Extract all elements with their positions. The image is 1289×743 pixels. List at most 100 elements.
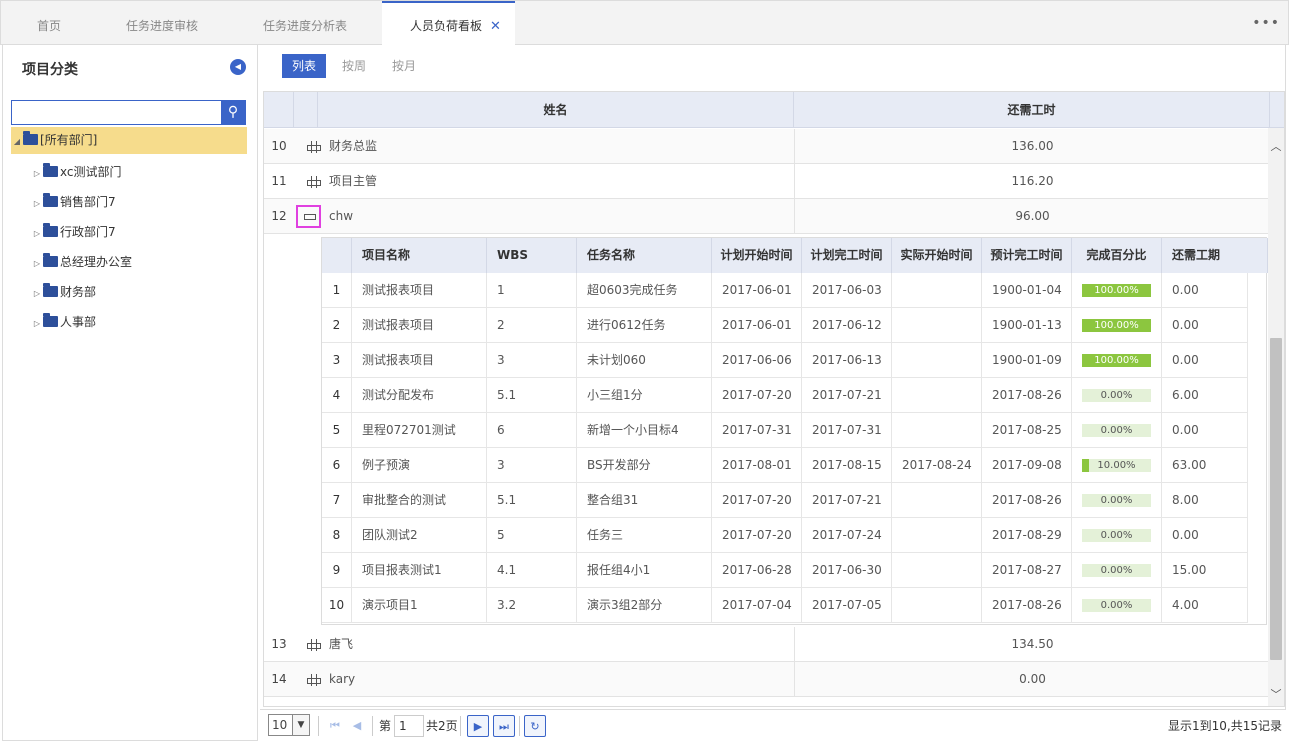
detail-row[interactable]: 10 演示项目1 3.2 演示3组2部分 2017-07-04 2017-07-05 201… [322,588,1248,623]
detail-est-end: 2017-09-08 [982,448,1072,483]
detail-project: 里程072701测试 [352,413,487,448]
detail-header-plan-start[interactable]: 计划开始时间 [712,238,802,273]
detail-row[interactable]: 3 测试报表项目 3 未计划060 2017-06-06 2017-06-13 1900-0… [322,343,1248,378]
expand-plus-icon[interactable] [307,176,321,188]
collapse-left-icon[interactable]: ◀ [230,59,246,75]
detail-percent: 0.00% [1072,413,1162,448]
expanded-triangle-icon[interactable]: ◢ [11,128,23,155]
next-page-icon[interactable]: ▶ [467,715,489,737]
detail-remaining: 0.00 [1162,308,1248,343]
scroll-up-icon[interactable]: ︿ [1268,138,1284,156]
detail-task: 报任组4小1 [577,553,712,588]
tree-item-sales-dept[interactable]: ▷ 销售部门7 [31,187,267,217]
page-number-input[interactable]: 1 [394,715,424,737]
detail-task: 演示3组2部分 [577,588,712,623]
expand-plus-icon[interactable] [307,141,321,153]
chevron-down-icon[interactable]: ▼ [292,715,309,735]
table-row[interactable]: 11 项目主管 116.20 [264,164,1270,199]
detail-task: 任务三 [577,518,712,553]
tab-by-month[interactable]: 按月 [382,54,426,78]
detail-wbs: 6 [487,413,577,448]
detail-row[interactable]: 4 测试分配发布 5.1 小三组1分 2017-07-20 2017-07-21 2017-… [322,378,1248,413]
detail-row[interactable]: 9 项目报表测试1 4.1 报任组4小1 2017-06-28 2017-06-30 201… [322,553,1248,588]
detail-est-end: 1900-01-09 [982,343,1072,378]
tab-label: 任务进度分析表 [263,19,348,33]
detail-row[interactable]: 7 审批整合的测试 5.1 整合组31 2017-07-20 2017-07-21 2017… [322,483,1248,518]
tree-label: xc测试部门 [60,165,122,179]
detail-row[interactable]: 5 里程072701测试 6 新增一个小目标4 2017-07-31 2017-07-31… [322,413,1248,448]
view-tabs: 列表 按周 按月 [282,54,432,78]
header-hours[interactable]: 还需工时 [794,92,1270,128]
first-page-icon[interactable]: ⏮ [324,715,346,737]
search-icon[interactable]: ⚲ [221,101,245,124]
header-name[interactable]: 姓名 [318,92,794,128]
detail-plan-end: 2017-06-03 [802,273,892,308]
folder-icon [43,163,58,177]
tree-root-all-departments[interactable]: ◢ [所有部门] [11,127,247,154]
detail-header-plan-end[interactable]: 计划完工时间 [802,238,892,273]
detail-percent: 10.00% [1072,448,1162,483]
tree-item-hr-dept[interactable]: ▷ 人事部 [31,307,267,337]
detail-header-task[interactable]: 任务名称 [577,238,712,273]
collapsed-triangle-icon[interactable]: ▷ [31,279,43,309]
expand-plus-icon[interactable] [307,674,321,686]
table-row[interactable]: 10 财务总监 136.00 [264,129,1270,164]
tree-item-admin-dept[interactable]: ▷ 行政部门7 [31,217,267,247]
detail-wbs: 3 [487,448,577,483]
tab-task-progress-review[interactable]: 任务进度审核 [126,1,198,45]
collapsed-triangle-icon[interactable]: ▷ [31,159,43,189]
tree-item-finance-dept[interactable]: ▷ 财务部 [31,277,267,307]
detail-percent: 100.00% [1072,308,1162,343]
tree-item-xc-test-dept[interactable]: ▷ xc测试部门 [31,157,267,187]
progress-text: 0.00% [1100,565,1133,576]
detail-row[interactable]: 2 测试报表项目 2 进行0612任务 2017-06-01 2017-06-12 1900… [322,308,1248,343]
detail-header-wbs[interactable]: WBS [487,238,577,273]
more-icon[interactable]: ••• [1252,15,1280,31]
last-page-icon[interactable]: ⏭ [493,715,515,737]
scroll-thumb[interactable] [1270,338,1282,660]
progress-bar: 0.00% [1082,389,1151,402]
tab-home[interactable]: 首页 [37,1,61,45]
detail-row[interactable]: 6 例子预演 3 BS开发部分 2017-08-01 2017-08-15 2017-08-… [322,448,1248,483]
detail-row[interactable]: 8 团队测试2 5 任务三 2017-07-20 2017-07-24 2017-08-29… [322,518,1248,553]
detail-actual-start [892,483,982,518]
detail-plan-start: 2017-07-20 [712,518,802,553]
detail-actual-start [892,308,982,343]
tab-by-week[interactable]: 按周 [332,54,376,78]
tree-item-gm-office[interactable]: ▷ 总经理办公室 [31,247,267,277]
collapsed-triangle-icon[interactable]: ▷ [31,309,43,339]
detail-wbs: 4.1 [487,553,577,588]
tab-personnel-load-board[interactable]: 人员负荷看板 ✕ [382,1,515,46]
detail-header-est-end[interactable]: 预计完工时间 [982,238,1072,273]
collapse-minus-icon[interactable] [296,205,321,228]
collapsed-triangle-icon[interactable]: ▷ [31,189,43,219]
progress-text: 0.00% [1100,530,1133,541]
tab-task-progress-analysis[interactable]: 任务进度分析表 [263,1,347,45]
folder-icon [43,253,58,267]
expand-plus-icon[interactable] [307,639,321,651]
detail-header-percent[interactable]: 完成百分比 [1072,238,1162,273]
progress-text: 10.00% [1097,460,1136,471]
detail-header-actual-start[interactable]: 实际开始时间 [892,238,982,273]
collapsed-triangle-icon[interactable]: ▷ [31,219,43,249]
table-row[interactable]: 13 唐飞 134.50 [264,627,1270,662]
scroll-down-icon[interactable]: ﹀ [1268,686,1284,704]
tab-label: 人员负荷看板 [410,19,483,33]
table-row[interactable]: 14 kary 0.00 [264,662,1270,697]
collapsed-triangle-icon[interactable]: ▷ [31,249,43,279]
page-size-select[interactable]: 10 ▼ [268,714,310,736]
tab-list[interactable]: 列表 [282,54,327,78]
close-icon[interactable]: ✕ [490,19,501,34]
detail-row[interactable]: 1 测试报表项目 1 超0603完成任务 2017-06-01 2017-06-03 190… [322,273,1248,308]
folder-icon [43,193,58,207]
detail-header-remaining[interactable]: 还需工期 [1162,238,1268,273]
detail-actual-start [892,518,982,553]
detail-task: 整合组31 [577,483,712,518]
detail-actual-start [892,413,982,448]
search-input[interactable] [12,101,220,124]
refresh-icon[interactable]: ↻ [524,715,546,737]
prev-page-icon[interactable]: ◀ [346,715,368,737]
detail-header-project[interactable]: 项目名称 [352,238,487,273]
vertical-scrollbar[interactable]: ︿ ﹀ [1268,128,1284,706]
table-row-expanded[interactable]: 12 chw 96.00 [264,199,1270,234]
